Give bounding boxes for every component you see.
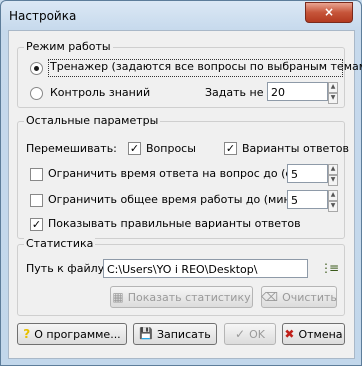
spin-up-icon[interactable]: ▲: [328, 82, 338, 93]
stats-group: Статистика Путь к файлу: C:\Users\YO i R…: [17, 237, 345, 316]
show-stats-button[interactable]: ▦ Показать статистику: [110, 286, 253, 308]
save-label: Записать: [156, 327, 211, 341]
max-questions-input[interactable]: 20: [267, 82, 328, 101]
mode-group-label: Режим работы: [24, 40, 113, 53]
dialog-client: Режим работы Тренажер (задаются все вопр…: [8, 30, 362, 359]
trainer-label[interactable]: Тренажер (задаются все вопросы по выбран…: [50, 60, 362, 73]
check-icon: ✓: [235, 327, 246, 341]
max-questions-spinner[interactable]: ▲ ▼: [328, 82, 338, 104]
close-button[interactable]: ×: [305, 2, 353, 23]
cancel-label: Отмена: [298, 327, 343, 341]
window-title: Настройка: [9, 9, 77, 23]
limit-total-checkbox[interactable]: [30, 194, 43, 207]
show-correct-checkbox[interactable]: ✓: [30, 218, 43, 231]
path-label: Путь к файлу:: [26, 262, 108, 275]
spin-down-icon[interactable]: ▼: [328, 93, 338, 104]
spin-down-icon[interactable]: ▼: [328, 201, 338, 212]
about-button[interactable]: ? О программе...: [17, 323, 127, 345]
ok-label: OK: [249, 327, 265, 341]
spin-down-icon[interactable]: ▼: [328, 175, 338, 186]
shuffle-label: Перемешивать:: [26, 142, 117, 155]
limit-question-label[interactable]: Ограничить время ответа на вопрос до (се…: [48, 167, 309, 180]
limit-total-spinner[interactable]: ▲ ▼: [328, 190, 338, 212]
limit-total-input[interactable]: 5: [287, 190, 328, 209]
stats-table-icon: ▦: [112, 290, 124, 304]
other-params-label: Остальные параметры: [24, 114, 161, 127]
about-label: О программе...: [34, 327, 121, 341]
limit-question-input[interactable]: 5: [287, 164, 328, 183]
control-label[interactable]: Контроль знаний: [50, 86, 150, 99]
show-correct-label[interactable]: Показывать правильные варианты ответов: [48, 217, 301, 230]
questions-label[interactable]: Вопросы: [146, 142, 196, 155]
stats-group-label: Статистика: [24, 237, 96, 250]
question-icon: ?: [23, 327, 31, 341]
ok-button[interactable]: ✓ OK: [224, 323, 276, 345]
spin-up-icon[interactable]: ▲: [328, 190, 338, 201]
questions-checkbox[interactable]: ✓: [128, 142, 141, 155]
control-radio[interactable]: [30, 87, 43, 100]
mode-group: Режим работы Тренажер (задаются все вопр…: [17, 40, 362, 108]
cancel-button[interactable]: ✖ Отмена: [282, 323, 345, 345]
clear-stats-button[interactable]: ⌫ Очистить: [261, 286, 337, 308]
show-stats-label: Показать статистику: [127, 290, 251, 304]
clear-icon: ⌫: [261, 290, 279, 304]
trainer-radio[interactable]: [30, 62, 43, 75]
settings-window: Настройка × Режим работы Тренажер (задаю…: [0, 0, 362, 366]
limit-question-checkbox[interactable]: [30, 168, 43, 181]
limit-total-label[interactable]: Ограничить общее время работы до (мин): [48, 193, 295, 206]
other-params-group: Остальные параметры Перемешивать: ✓ Вопр…: [17, 114, 349, 239]
clear-stats-label: Очистить: [282, 290, 337, 304]
cancel-x-icon: ✖: [284, 327, 295, 341]
answers-label[interactable]: Варианты ответов: [242, 142, 349, 155]
path-input[interactable]: C:\Users\YO i REO\Desktop\: [103, 259, 308, 278]
browse-folder-icon[interactable]: ⋮≡: [320, 262, 339, 274]
save-button[interactable]: 💾 Записать: [133, 323, 217, 345]
limit-question-spinner[interactable]: ▲ ▼: [328, 164, 338, 186]
floppy-disk-icon: 💾: [139, 327, 153, 340]
spin-up-icon[interactable]: ▲: [328, 164, 338, 175]
answers-checkbox[interactable]: ✓: [224, 142, 237, 155]
